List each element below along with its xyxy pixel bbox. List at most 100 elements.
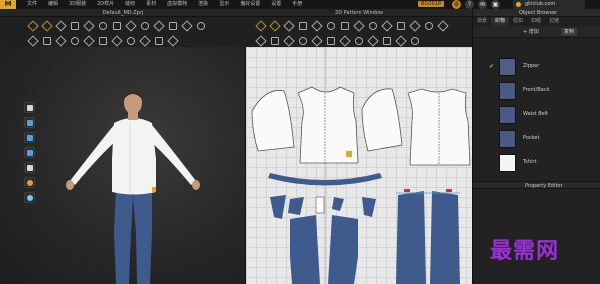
menu-settings[interactable]: 设置: [271, 0, 281, 9]
tab-buttonhole[interactable]: 扣眼: [527, 17, 545, 26]
pattern-trouser-front-left[interactable]: [290, 215, 320, 284]
segment-sewing-icon[interactable]: [256, 36, 264, 44]
pattern-canvas[interactable]: [246, 47, 472, 284]
zipper-2d-icon[interactable]: [368, 36, 376, 44]
help-icon[interactable]: ?: [465, 0, 474, 9]
tack-icon[interactable]: [98, 21, 106, 29]
simulate-icon[interactable]: [28, 36, 36, 44]
polygon-icon[interactable]: [298, 21, 307, 30]
pattern-trouser-front-right[interactable]: [328, 215, 358, 284]
menu-render[interactable]: 渲染: [198, 0, 208, 9]
pattern-pocket-left[interactable]: [270, 195, 286, 219]
pattern-back-pocket-right[interactable]: [446, 189, 452, 192]
pattern-window-2d[interactable]: [246, 47, 472, 284]
arrangement-icon[interactable]: [126, 36, 134, 44]
puckering-icon[interactable]: [98, 36, 107, 45]
ellipse-icon[interactable]: [326, 21, 334, 29]
menu-3d-garment[interactable]: 3D服装: [69, 0, 86, 9]
trim-icon[interactable]: [70, 36, 78, 44]
graphic-2d-icon[interactable]: [312, 36, 320, 44]
pattern-zipper[interactable]: [315, 196, 325, 214]
zipper-icon[interactable]: [84, 36, 92, 44]
clo3d-app: M 文件 编辑 3D服装 2D样片 缝纫 素材 虚拟模特 渲染 显示 偏好设置 …: [0, 0, 600, 284]
tab-button[interactable]: 纽扣: [509, 17, 527, 26]
menu-2d-pattern[interactable]: 2D样片: [97, 0, 114, 9]
graphic-icon[interactable]: [168, 21, 177, 30]
menu-avatar[interactable]: 虚拟模特: [167, 0, 187, 9]
trace-icon[interactable]: [382, 21, 390, 29]
transform-icon[interactable]: [42, 21, 50, 29]
free-sewing-icon[interactable]: [270, 36, 279, 45]
avatar-model: [66, 91, 200, 284]
internal-line-icon[interactable]: [354, 21, 362, 29]
tab-scene[interactable]: 场景: [473, 17, 491, 26]
shirt-label-marker[interactable]: [346, 151, 352, 157]
settings-icon[interactable]: ⚙: [452, 0, 461, 9]
pin-icon[interactable]: [84, 21, 92, 29]
view-icon[interactable]: [168, 36, 176, 44]
check-sewing-icon[interactable]: [284, 36, 292, 44]
pattern-fly-left[interactable]: [288, 197, 304, 215]
fold-arrange-icon[interactable]: [424, 21, 432, 29]
topstitch-icon[interactable]: [182, 21, 190, 29]
tab-fabric[interactable]: 织物: [491, 17, 510, 26]
steam-icon[interactable]: [112, 21, 121, 30]
list-item[interactable]: Pocket: [473, 127, 600, 151]
list-item[interactable]: Front/Back: [473, 79, 600, 103]
tab-zipper[interactable]: 拉链: [545, 17, 563, 26]
pattern-back-pocket-left[interactable]: [404, 189, 410, 192]
pattern-trouser-back-right[interactable]: [430, 191, 460, 284]
grading-icon[interactable]: [410, 36, 418, 44]
menu-manual[interactable]: 手册: [292, 0, 302, 9]
pattern-sleeve-left[interactable]: [251, 90, 295, 152]
annotation-icon[interactable]: [396, 36, 404, 44]
pattern-trouser-back-left[interactable]: [396, 191, 426, 284]
texture-icon[interactable]: [154, 21, 162, 29]
pattern-fly-right[interactable]: [332, 197, 344, 211]
pattern-pocket-right[interactable]: [362, 197, 376, 217]
seam-taping-icon[interactable]: [140, 36, 148, 44]
symmetry-icon[interactable]: [438, 21, 446, 29]
fitting-icon[interactable]: [56, 36, 64, 44]
seam-allowance-icon[interactable]: [396, 21, 405, 30]
measure-icon[interactable]: [126, 21, 134, 29]
button-2d-icon[interactable]: [340, 36, 348, 44]
menu-edit[interactable]: 编辑: [48, 0, 58, 9]
menu-preferences[interactable]: 偏好设置: [240, 0, 260, 9]
snapshot-icon[interactable]: [154, 36, 163, 45]
add-fabric-button[interactable]: + 增加: [523, 28, 539, 36]
notch-icon[interactable]: [410, 21, 418, 29]
buttonhole-icon[interactable]: [354, 36, 362, 44]
edit-texture-icon[interactable]: [298, 36, 306, 44]
list-item[interactable]: Waist Belt: [473, 103, 600, 127]
transform-pattern-icon[interactable]: [284, 21, 292, 29]
measure-2d-icon[interactable]: [382, 36, 391, 45]
select-move-icon[interactable]: [28, 21, 36, 29]
menu-display[interactable]: 显示: [219, 0, 229, 9]
menu-materials[interactable]: 素材: [146, 0, 156, 9]
list-item[interactable]: ✔ Zipper: [473, 55, 600, 79]
menu-file[interactable]: 文件: [27, 0, 37, 9]
fold-icon[interactable]: [70, 21, 79, 30]
list-item[interactable]: Tshirt: [473, 151, 600, 175]
select-mesh-icon[interactable]: [56, 21, 64, 29]
cart-icon[interactable]: ▣: [491, 0, 500, 9]
pattern-select-icon[interactable]: [256, 21, 264, 29]
rectangle-icon[interactable]: [312, 21, 320, 29]
internal-polygon-icon[interactable]: [340, 21, 349, 30]
dart-icon[interactable]: [368, 21, 376, 29]
avatar-measure-icon[interactable]: [140, 21, 148, 29]
edit-pattern-icon[interactable]: [270, 21, 278, 29]
pattern-sleeve-right[interactable]: [361, 88, 403, 152]
user-account[interactable]: gkiclub.com: [513, 0, 585, 9]
copy-fabric-button[interactable]: 复制: [561, 28, 577, 36]
fabric-name: Zipper: [523, 63, 540, 69]
button-tool-icon[interactable]: [196, 21, 204, 29]
menu-sewing[interactable]: 缝纫: [125, 0, 135, 9]
viewport-3d[interactable]: [0, 47, 246, 284]
gpu-sim-icon[interactable]: [42, 36, 51, 45]
chat-icon[interactable]: ✉: [478, 0, 487, 9]
user-name: gkiclub.com: [525, 1, 556, 7]
topstitch-2d-icon[interactable]: [326, 36, 335, 45]
sewing-line-icon[interactable]: [112, 36, 120, 44]
